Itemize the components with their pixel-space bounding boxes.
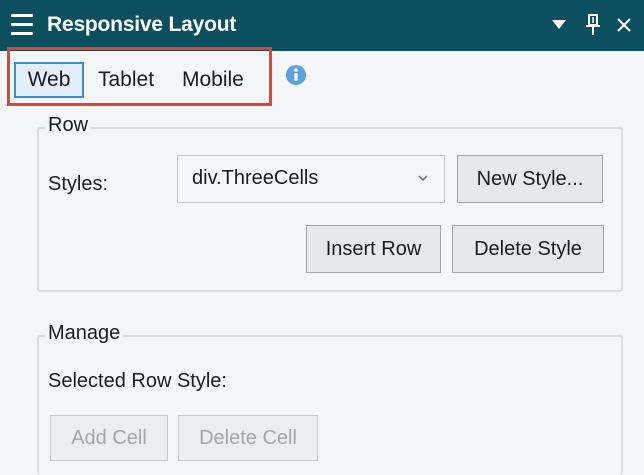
styles-selected-value: div.ThreeCells [192, 167, 319, 189]
panel-title: Responsive Layout [47, 13, 237, 36]
tab-web[interactable]: Web [14, 62, 84, 98]
insert-row-button[interactable]: Insert Row [306, 225, 441, 273]
styles-dropdown[interactable]: div.ThreeCells [177, 155, 445, 203]
delete-style-button[interactable]: Delete Style [452, 225, 604, 273]
manage-group-label: Manage [45, 322, 124, 345]
info-icon[interactable] [285, 64, 307, 86]
triangle-down-icon[interactable] [548, 12, 570, 38]
panel-titlebar: Responsive Layout [0, 0, 644, 51]
delete-cell-button[interactable]: Delete Cell [178, 415, 318, 461]
close-icon[interactable] [613, 12, 635, 38]
row-group-label: Row [45, 114, 92, 137]
styles-label: Styles: [48, 173, 109, 195]
new-style-button[interactable]: New Style... [457, 155, 603, 203]
pin-icon[interactable] [582, 12, 604, 38]
selected-row-style-label: Selected Row Style: [48, 370, 227, 392]
tab-tablet[interactable]: Tablet [93, 62, 159, 98]
hamburger-icon[interactable] [11, 14, 33, 35]
tab-mobile[interactable]: Mobile [177, 62, 249, 98]
add-cell-button[interactable]: Add Cell [50, 415, 168, 461]
chevron-down-icon [416, 171, 430, 185]
